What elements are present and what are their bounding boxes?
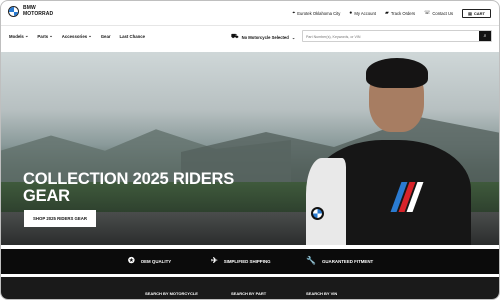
main-nav-bar: Models ⌄ Parts ⌄ Accessories ⌄ Gear Last…	[1, 25, 499, 46]
feature-oem-quality: ✪ OEM QUALITY	[128, 257, 171, 265]
logo-text: BMW MOTORRAD	[23, 5, 54, 17]
feature-label: OEM QUALITY	[140, 258, 172, 264]
bmw-roundel-icon	[8, 6, 19, 17]
main-nav: Models ⌄ Parts ⌄ Accessories ⌄ Gear Last…	[9, 33, 145, 39]
top-bar: BMW MOTORRAD ⌖ Eurotek Oklahoma City ● M…	[1, 1, 499, 25]
wrench-icon: 🔧	[306, 256, 316, 265]
shop-riders-gear-button[interactable]: SHOP 2025 RIDERS GEAR	[24, 210, 96, 227]
tab-search-by-vin[interactable]: SEARCH BY VIN	[306, 291, 337, 296]
phone-icon: ☏	[424, 10, 431, 16]
nav-item-models[interactable]: Models ⌄	[9, 33, 28, 39]
hero-title: COLLECTION 2025 RIDERS GEAR	[23, 171, 253, 205]
hero-title-line-2: GEAR	[23, 187, 70, 205]
hero-title-line-1: COLLECTION 2025 RIDERS	[23, 170, 235, 188]
nav-item-accessories[interactable]: Accessories ⌄	[62, 33, 92, 39]
hero-banner: COLLECTION 2025 RIDERS GEAR SHOP 2025 RI…	[1, 52, 499, 245]
rider-hair	[366, 58, 428, 88]
chevron-down-icon: ⌄	[291, 34, 296, 40]
user-icon: ●	[349, 10, 353, 16]
cart-label: CART	[473, 11, 485, 16]
search-input[interactable]	[306, 33, 476, 40]
bmw-motorrad-logo[interactable]: BMW MOTORRAD	[8, 5, 54, 17]
track-orders-label: Track Orders	[390, 11, 416, 16]
rider-jacket-panel	[306, 158, 346, 245]
utility-links: ⌖ Eurotek Oklahoma City ● My Account ▰ T…	[292, 9, 491, 18]
location-icon: ⌖	[292, 10, 296, 16]
chevron-down-icon: ⌄	[24, 33, 29, 38]
nav-item-gear[interactable]: Gear	[101, 33, 111, 39]
search-icon: ⌕	[483, 33, 487, 39]
shipping-icon: ✈	[211, 256, 218, 265]
motorcycle-icon: ⛟	[231, 34, 239, 40]
cart-icon: ▤	[468, 11, 472, 16]
nav-item-label: Last Chance	[119, 33, 146, 39]
tab-search-by-motorcycle[interactable]: SEARCH BY MOTORCYCLE	[145, 291, 198, 296]
track-orders-link[interactable]: ▰ Track Orders	[384, 10, 416, 17]
bmw-roundel-icon	[311, 207, 324, 220]
nav-item-label: Parts	[37, 33, 49, 39]
nav-item-label: Gear	[100, 33, 111, 39]
features-strip: ✪ OEM QUALITY ✈ SIMPLIFIED SHIPPING 🔧 GU…	[1, 249, 499, 274]
tab-search-by-part[interactable]: SEARCH BY PART	[231, 291, 266, 296]
badge-icon: ✪	[128, 256, 135, 265]
hero-image-rider	[301, 58, 471, 245]
logo-line-2: MOTORRAD	[23, 10, 54, 17]
contact-us-label: Contact Us	[432, 11, 454, 16]
truck-icon: ▰	[384, 10, 389, 16]
nav-item-label: Models	[9, 33, 24, 39]
nav-item-parts[interactable]: Parts ⌄	[37, 33, 52, 39]
motorcycle-selector[interactable]: ⛟ No Motorcycle Selected ⌄	[231, 33, 295, 41]
nav-item-last-chance[interactable]: Last Chance	[120, 33, 146, 39]
chevron-down-icon: ⌄	[49, 33, 53, 38]
search-tabs-strip: SEARCH BY MOTORCYCLE SEARCH BY PART SEAR…	[1, 277, 499, 299]
dealer-location-link[interactable]: ⌖ Eurotek Oklahoma City	[292, 10, 341, 17]
nav-item-label: Accessories	[61, 33, 88, 39]
cart-button[interactable]: ▤ CART	[462, 9, 491, 18]
page-frame: BMW MOTORRAD ⌖ Eurotek Oklahoma City ● M…	[0, 0, 500, 300]
feature-label: SIMPLIFIED SHIPPING	[223, 258, 271, 264]
feature-guaranteed-fitment: 🔧 GUARANTEED FITMENT	[306, 257, 373, 265]
my-account-link[interactable]: ● My Account	[349, 10, 376, 17]
dealer-location-label: Eurotek Oklahoma City	[297, 11, 341, 16]
contact-us-link[interactable]: ☏ Contact Us	[424, 10, 454, 17]
motorcycle-selector-label: No Motorcycle Selected	[241, 34, 289, 40]
search-box: ⌕	[302, 30, 492, 42]
chevron-down-icon: ⌄	[88, 33, 92, 38]
search-button[interactable]: ⌕	[479, 31, 491, 41]
feature-simplified-shipping: ✈ SIMPLIFIED SHIPPING	[211, 257, 271, 265]
feature-label: GUARANTEED FITMENT	[321, 258, 374, 264]
my-account-label: My Account	[354, 11, 376, 16]
